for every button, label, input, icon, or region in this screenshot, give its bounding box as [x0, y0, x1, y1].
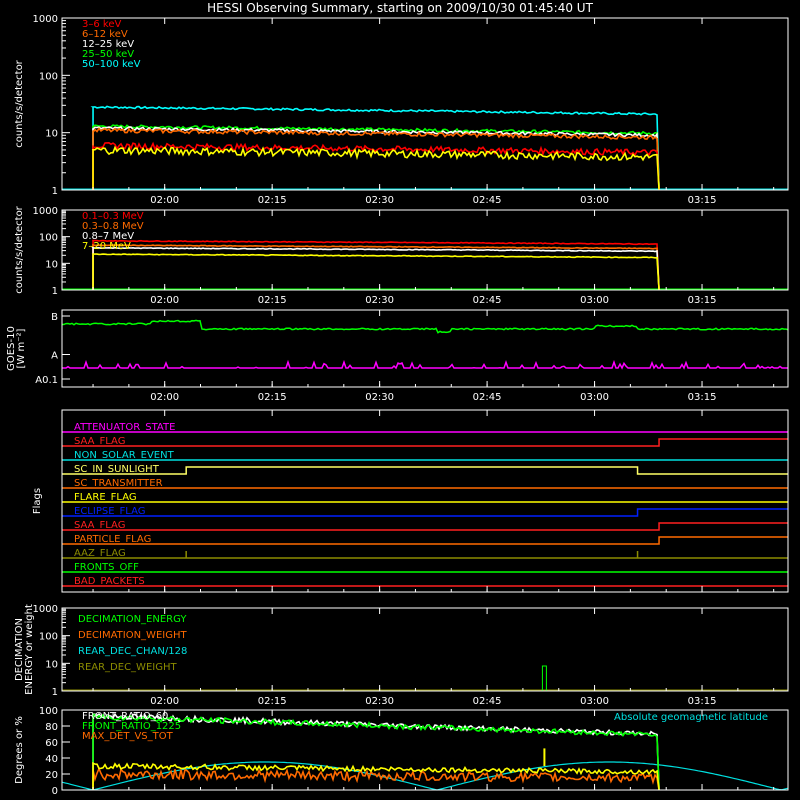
y-tick-label: 1000 — [33, 604, 58, 615]
y-tick-label: 10 — [45, 259, 58, 270]
time-tick-label: 02:00 — [150, 195, 179, 206]
time-tick-label: 03:15 — [688, 195, 717, 206]
panel-goes: A0.1ABGOES-10 [W m⁻²]02:00 02:15 02:30 02:45… — [6, 309, 789, 403]
data-series — [92, 766, 660, 791]
time-tick-label: 02:45 — [473, 392, 502, 403]
y-tick-label: 1000 — [33, 14, 58, 25]
y-tick-label: 1 — [52, 687, 58, 698]
panel-ratios: 020406080100 FRONT_RATIO_60FRONT_RATIO_12… — [14, 706, 789, 797]
time-tick-label: 02:15 — [258, 195, 287, 206]
panel-frame — [61, 409, 789, 593]
y-tick-label: A0.1 — [35, 375, 58, 386]
flag-label: SC_IN_SUNLIGHT — [74, 464, 160, 475]
flag-label: FLARE_FLAG — [74, 492, 137, 503]
flag-label: SC_TRANSMITTER — [74, 478, 163, 489]
y-axis-unit: [W m⁻²] — [16, 328, 27, 368]
y-tick-label: 100 — [39, 233, 58, 244]
panel-frame — [61, 17, 789, 191]
decimation-spike — [541, 665, 547, 691]
flag-line — [62, 508, 788, 517]
panel-low-energy: 1101001000 3–6 keV6–12 keV12–25 keV25–50 … — [14, 14, 789, 206]
y-tick-label: 100 — [39, 706, 58, 717]
y-tick-label: 80 — [45, 722, 58, 733]
y-tick-label: 1 — [52, 286, 58, 297]
data-series — [91, 253, 660, 291]
legend-item: 50–100 keV — [82, 59, 141, 70]
time-tick-label: 02:45 — [473, 295, 502, 306]
flag-line — [62, 466, 788, 475]
time-tick-label: 03:00 — [580, 696, 609, 707]
panel-flags: ATTENUATOR_STATE SAA_FLAG NON_SOLAR_EVENT S… — [32, 409, 789, 593]
flag-label: ATTENUATOR_STATE — [74, 422, 175, 433]
y-tick-label: 1 — [52, 186, 58, 197]
time-tick-label: 02:45 — [473, 696, 502, 707]
y-tick-label: 40 — [45, 754, 58, 765]
time-tick-label: 02:45 — [473, 195, 502, 206]
y-tick-label: B — [51, 312, 58, 323]
flag-line — [62, 551, 788, 559]
time-tick-label: 02:30 — [365, 392, 394, 403]
time-tick-label: 02:30 — [365, 696, 394, 707]
y-axis-label: counts/s/detector — [14, 59, 25, 147]
y-tick-label: 60 — [45, 738, 58, 749]
legend-item: DECIMATION_WEIGHT — [78, 630, 187, 641]
time-tick-label: 02:15 — [258, 392, 287, 403]
time-tick-label: 02:00 — [150, 295, 179, 306]
y-axis-label: counts/s/detector — [14, 205, 25, 293]
flag-line — [62, 536, 788, 545]
y-tick-label: 20 — [45, 770, 58, 781]
flag-label: NON_SOLAR_EVENT — [74, 450, 175, 461]
panel-decimation: 1 10 100 1000 DECIMATION_ENERGY DECIMATION_WE… — [14, 604, 789, 707]
data-series — [91, 145, 660, 191]
y-axis-label: Flags — [32, 488, 43, 514]
observing-summary-figure: HESSI Observing Summary, starting on 200… — [6, 1, 789, 797]
panel-high-energy: 1101001000 0.1–0.3 MeV0.3–0.8 MeV0.8–7 Me… — [14, 205, 789, 306]
legend-item: DECIMATION_ENERGY — [78, 614, 187, 625]
goes-flux-series — [61, 319, 789, 334]
flag-label: FRONTS_OFF — [74, 562, 139, 573]
time-tick-label: 03:15 — [688, 295, 717, 306]
legend-item: 7–20 MeV — [82, 241, 131, 252]
data-series — [92, 761, 660, 791]
time-tick-label: 02:30 — [365, 195, 394, 206]
flag-label: SAA_FLAG — [74, 520, 125, 531]
time-tick-label: 02:15 — [258, 295, 287, 306]
goes-low-series — [62, 359, 788, 370]
time-tick-label: 02:15 — [258, 696, 287, 707]
y-tick-label: 10 — [45, 129, 58, 140]
legend-item: MAX_DET_VS_TOT — [82, 731, 174, 742]
time-tick-label: 03:15 — [688, 392, 717, 403]
flag-label: AAZ_FLAG — [74, 548, 126, 559]
figure-title: HESSI Observing Summary, starting on 200… — [207, 1, 593, 15]
flag-line — [62, 438, 788, 447]
y-tick-label: 1000 — [33, 206, 58, 217]
time-tick-label: 03:15 — [688, 696, 717, 707]
time-tick-label: 02:00 — [150, 696, 179, 707]
flag-line — [62, 522, 788, 531]
y-tick-label: A — [51, 351, 58, 362]
time-tick-label: 03:00 — [580, 392, 609, 403]
y-tick-label: 10 — [45, 659, 58, 670]
data-series — [92, 127, 660, 191]
y-tick-label: 100 — [39, 71, 58, 82]
y-tick-label: 0 — [52, 786, 58, 797]
annotation-text: Absolute geomagnetic latitude — [614, 712, 768, 723]
legend-item: REAR_DEC_WEIGHT — [78, 662, 177, 673]
panels: 1101001000 3–6 keV6–12 keV12–25 keV25–50 … — [6, 14, 789, 797]
flag-label: BAD_PACKETS — [74, 576, 145, 587]
time-tick-label: 03:00 — [580, 295, 609, 306]
legend-item: REAR_DEC_CHAN/128 — [78, 646, 187, 657]
flag-label: SAA_FLAG — [74, 436, 125, 447]
y-tick-label: 100 — [39, 632, 58, 643]
y-axis-label: Degrees or % — [14, 716, 25, 784]
flag-label: ECLIPSE_FLAG — [74, 506, 145, 517]
time-tick-label: 03:00 — [580, 195, 609, 206]
flag-label: PARTICLE_FLAG — [74, 534, 151, 545]
time-tick-label: 02:00 — [150, 392, 179, 403]
time-tick-label: 02:30 — [365, 295, 394, 306]
y-axis-label: ENERGY or weight — [24, 604, 35, 695]
